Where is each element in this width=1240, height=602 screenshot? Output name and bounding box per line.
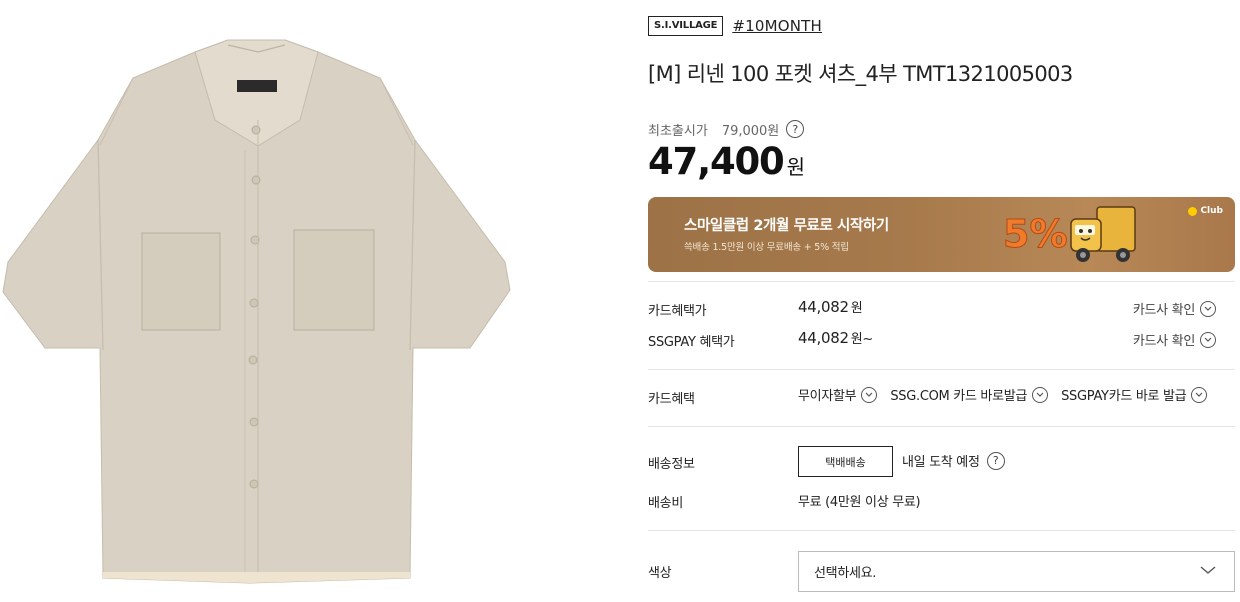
installment-link[interactable]: 무이자할부 bbox=[798, 385, 878, 404]
ssgpay-card-link[interactable]: SSGPAY카드 바로 발급 bbox=[1061, 385, 1208, 404]
card-check-label: 카드사 확인 bbox=[1132, 303, 1195, 318]
club-label: Club bbox=[1200, 206, 1223, 216]
left-pocket bbox=[141, 232, 221, 331]
shipping-fee-label: 배송비 bbox=[648, 496, 683, 511]
ssgpay-price-amount: 44,082 bbox=[798, 329, 849, 347]
ssgpay-check-label: 카드사 확인 bbox=[1132, 334, 1195, 349]
card-price-amount: 44,082 bbox=[798, 298, 849, 316]
brand-row: S.I.VILLAGE #10MONTH bbox=[648, 16, 822, 36]
brand-label bbox=[237, 80, 277, 92]
original-price-label: 최초출시가 bbox=[648, 123, 708, 139]
product-image bbox=[0, 0, 515, 602]
question-icon[interactable]: ? bbox=[786, 120, 805, 138]
club-badge: Club bbox=[1188, 206, 1223, 216]
smile-club-banner[interactable]: 스마일클럽 2개월 무료로 시작하기 쓱배송 1.5만원 이상 무료배송 + 5… bbox=[648, 197, 1235, 272]
price-row: 47,400 원 bbox=[648, 140, 805, 183]
card-check-link[interactable]: 카드사 확인 bbox=[1133, 299, 1216, 318]
chevron-down-icon bbox=[861, 386, 878, 403]
divider bbox=[648, 369, 1235, 370]
divider bbox=[648, 530, 1235, 531]
original-price-row: 최초출시가 79,000원 ? bbox=[648, 120, 805, 139]
chevron-down-icon bbox=[1200, 331, 1216, 348]
banner-title: 스마일클럽 2개월 무료로 시작하기 bbox=[684, 218, 889, 234]
divider bbox=[648, 426, 1235, 427]
chevron-down-icon bbox=[1032, 386, 1049, 403]
banner-percent: 5% bbox=[1003, 212, 1068, 256]
shirt-illustration bbox=[2, 39, 511, 584]
brand-tag-link[interactable]: #10MONTH bbox=[732, 17, 822, 35]
sale-price: 47,400 bbox=[648, 140, 785, 183]
brand-badge[interactable]: S.I.VILLAGE bbox=[648, 16, 724, 36]
ssgpay-price-unit: 원~ bbox=[850, 332, 874, 347]
card-benefit-label: 카드혜택 bbox=[648, 392, 695, 407]
chevron-down-icon bbox=[1200, 566, 1216, 574]
color-label: 색상 bbox=[648, 566, 672, 581]
ssgpay-card-label: SSGPAY카드 바로 발급 bbox=[1061, 389, 1187, 404]
shipping-fee-value: 무료 (4만원 이상 무료) bbox=[798, 495, 921, 510]
delivery-eta: 내일 도착 예정 ? bbox=[902, 451, 1005, 470]
color-select[interactable]: 선택하세요. bbox=[798, 551, 1235, 592]
delivery-method-button[interactable]: 택배배송 bbox=[798, 446, 893, 477]
card-price-label: 카드혜택가 bbox=[648, 304, 707, 319]
ssgpay-price-value: 44,082 원~ bbox=[798, 328, 873, 347]
delivery-eta-text: 내일 도착 예정 bbox=[902, 455, 980, 470]
color-select-placeholder: 선택하세요. bbox=[814, 566, 877, 581]
delivery-label: 배송정보 bbox=[648, 457, 695, 472]
ssgpay-check-link[interactable]: 카드사 확인 bbox=[1133, 330, 1216, 349]
banner-subtitle: 쓱배송 1.5만원 이상 무료배송 + 5% 적립 bbox=[684, 242, 849, 253]
ssgcom-card-label: SSG.COM 카드 바로발급 bbox=[890, 389, 1028, 404]
card-benefit-links: 무이자할부 SSG.COM 카드 바로발급 SSGPAY카드 바로 발급 bbox=[798, 385, 1208, 404]
question-icon[interactable]: ? bbox=[986, 451, 1005, 470]
ssgcom-card-link[interactable]: SSG.COM 카드 바로발급 bbox=[890, 385, 1049, 404]
chevron-down-icon bbox=[1191, 386, 1208, 403]
chevron-down-icon bbox=[1200, 300, 1216, 317]
card-price-value: 44,082 원 bbox=[798, 297, 863, 316]
delivery-truck-icon: 5% bbox=[1003, 206, 1136, 262]
installment-label: 무이자할부 bbox=[798, 389, 857, 404]
card-price-unit: 원 bbox=[850, 301, 863, 316]
product-title: [M] 리넨 100 포켓 셔츠_4부 TMT1321005003 bbox=[648, 62, 1073, 86]
original-price-value: 79,000원 bbox=[721, 123, 780, 139]
price-currency: 원 bbox=[786, 155, 805, 179]
right-pocket bbox=[293, 229, 375, 331]
ssgpay-price-label: SSGPAY 혜택가 bbox=[648, 335, 735, 350]
product-info: S.I.VILLAGE #10MONTH [M] 리넨 100 포켓 셔츠_4부… bbox=[648, 0, 1235, 602]
club-logo-icon bbox=[1188, 206, 1198, 216]
divider bbox=[648, 281, 1235, 282]
